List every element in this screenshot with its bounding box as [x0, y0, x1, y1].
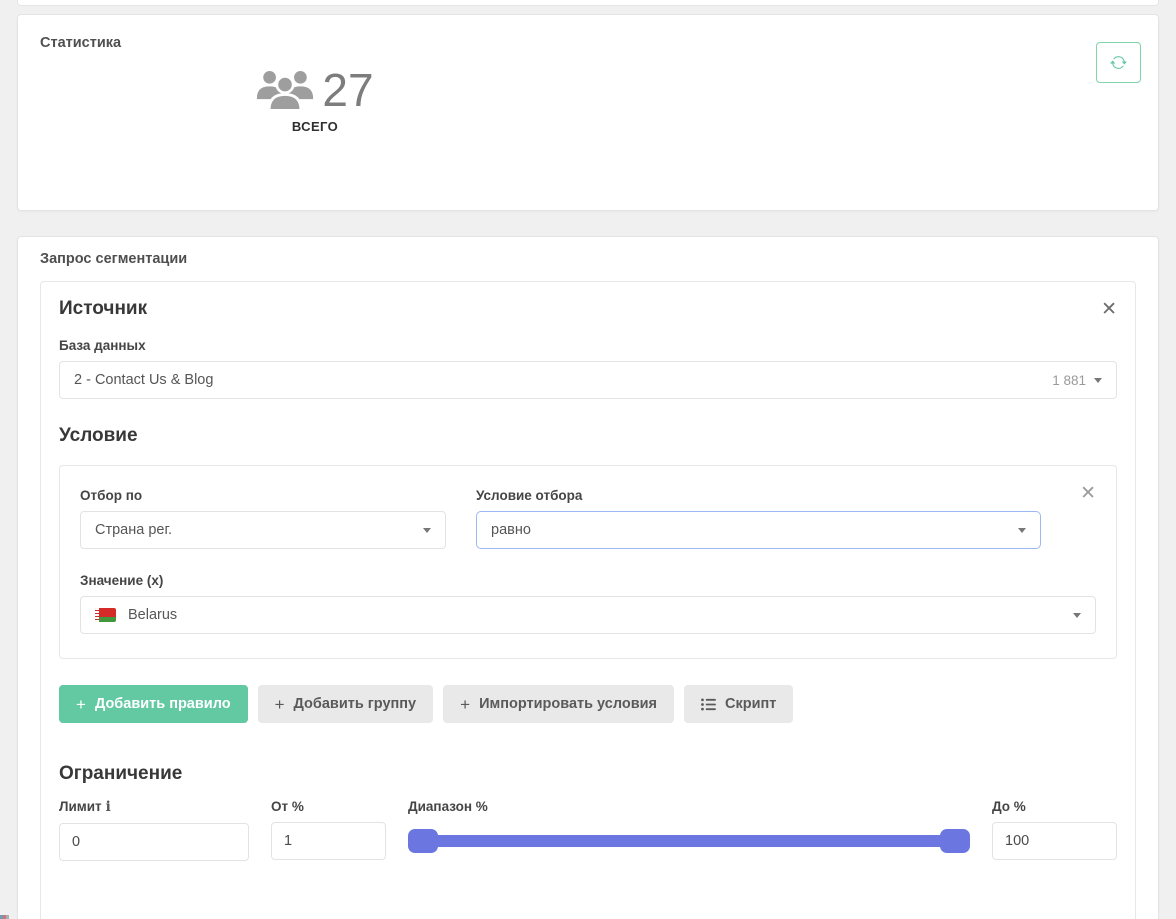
database-select[interactable]: 2 - Contact Us & Blog 1 881	[59, 361, 1117, 399]
refresh-button[interactable]	[1096, 42, 1141, 83]
source-block: Источник ✕ База данных 2 - Contact Us & …	[40, 281, 1136, 919]
range-slider-track	[408, 835, 970, 847]
belarus-flag-icon	[95, 608, 116, 622]
filter-by-select[interactable]: Страна рег.	[80, 511, 446, 549]
import-conditions-label: Импортировать условия	[479, 696, 657, 712]
previous-card-edge	[17, 0, 1159, 6]
info-icon: i	[106, 799, 111, 815]
plus-icon: +	[460, 696, 470, 713]
database-count-badge: 1 881	[1052, 373, 1086, 388]
from-percent-label: От %	[271, 799, 386, 814]
condition-title: Условие	[59, 425, 1117, 447]
statistics-title: Статистика	[40, 35, 1140, 51]
segmentation-panel: Запрос сегментации Источник ✕ База данны…	[17, 236, 1159, 919]
filter-by-value: Страна рег.	[95, 522, 423, 538]
condition-rule: ✕ Отбор по Страна рег. Условие отбора ра…	[59, 465, 1117, 659]
script-button[interactable]: Скрипт	[684, 685, 793, 723]
to-percent-input[interactable]	[992, 822, 1117, 860]
plus-icon: +	[275, 696, 285, 713]
range-slider[interactable]	[408, 822, 970, 860]
users-icon	[256, 69, 314, 111]
value-select[interactable]: Belarus	[80, 596, 1096, 634]
range-slider-handle-max[interactable]	[940, 829, 970, 853]
database-label: База данных	[59, 338, 1117, 353]
value-select-value: Belarus	[128, 607, 1073, 623]
chevron-down-icon	[1094, 378, 1102, 383]
limit-input[interactable]	[59, 823, 249, 861]
source-close-icon[interactable]: ✕	[1101, 300, 1117, 319]
refresh-icon	[1109, 54, 1128, 71]
add-rule-button[interactable]: + Добавить правило	[59, 685, 248, 723]
limitation-title: Ограничение	[59, 763, 1117, 785]
chevron-down-icon	[1073, 613, 1081, 618]
add-group-button[interactable]: + Добавить группу	[258, 685, 434, 723]
plus-icon: +	[76, 696, 86, 713]
from-percent-input[interactable]	[271, 822, 386, 860]
list-icon	[701, 698, 716, 711]
screen-edge-artifact	[0, 915, 9, 919]
import-conditions-button[interactable]: + Импортировать условия	[443, 685, 674, 723]
add-group-label: Добавить группу	[294, 696, 417, 712]
statistics-panel: Статистика	[17, 14, 1159, 211]
source-title: Источник	[59, 298, 147, 320]
value-label: Значение (x)	[80, 573, 1096, 588]
range-slider-handle-min[interactable]	[408, 829, 438, 853]
operator-value: равно	[491, 522, 1018, 538]
operator-label: Условие отбора	[476, 488, 1041, 503]
operator-select[interactable]: равно	[476, 511, 1041, 549]
condition-close-icon[interactable]: ✕	[1080, 484, 1096, 503]
total-stat: 27 ВСЕГО	[40, 67, 590, 134]
script-label: Скрипт	[725, 696, 776, 712]
segmentation-title: Запрос сегментации	[40, 251, 1136, 267]
database-select-value: 2 - Contact Us & Blog	[74, 372, 1052, 388]
add-rule-label: Добавить правило	[95, 696, 231, 712]
to-percent-label: До %	[992, 799, 1117, 814]
total-label: ВСЕГО	[292, 119, 338, 134]
range-percent-label: Диапазон %	[408, 799, 970, 814]
chevron-down-icon	[423, 528, 431, 533]
limit-label: Лимитi	[59, 799, 249, 815]
filter-by-label: Отбор по	[80, 488, 446, 503]
total-count: 27	[322, 67, 373, 113]
chevron-down-icon	[1018, 528, 1026, 533]
